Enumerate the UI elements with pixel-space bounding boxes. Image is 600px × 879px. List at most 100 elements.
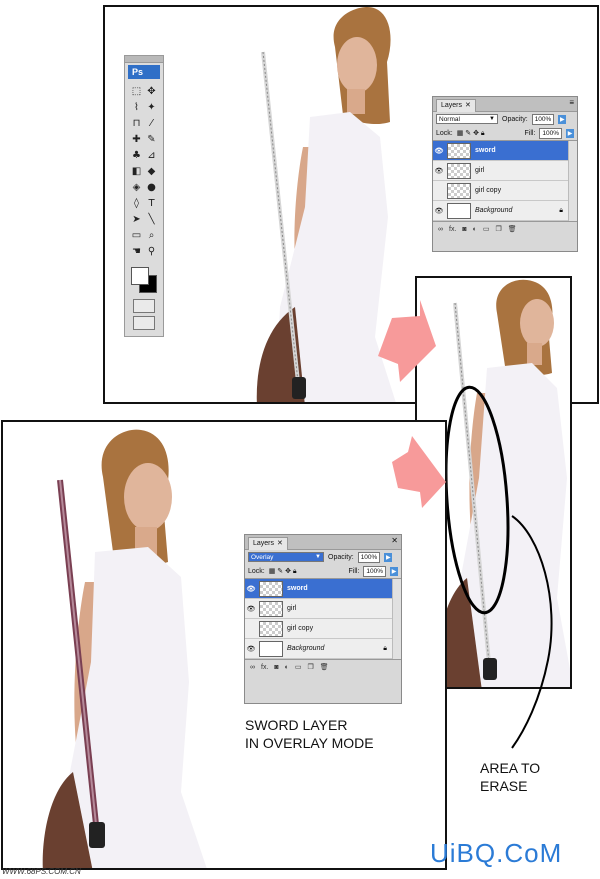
layer-mask-icon[interactable]: ◙: [462, 226, 466, 233]
group-icon[interactable]: ▭: [295, 663, 302, 671]
panel-menu-icon[interactable]: ≡: [569, 98, 574, 107]
close-panel-icon[interactable]: ✕: [391, 536, 398, 545]
opacity-arrow-icon[interactable]: ▶: [558, 114, 567, 124]
layer-row-girl[interactable]: 👁︎ girl: [433, 161, 577, 181]
fill-field[interactable]: 100%: [539, 127, 562, 139]
eye-icon[interactable]: 👁︎: [433, 207, 445, 215]
photoshop-logo: Ps: [128, 65, 160, 79]
hand-tool-icon[interactable]: ☚: [129, 244, 144, 258]
clone-stamp-icon[interactable]: ♣: [129, 148, 144, 162]
lock-icons[interactable]: ▦ ✎ ✥ 🔒︎: [457, 129, 485, 138]
eraser-tool-icon[interactable]: ◧: [129, 164, 144, 178]
close-tab-icon[interactable]: ✕: [277, 540, 283, 547]
layer-name: sword: [287, 585, 308, 592]
move-tool-icon[interactable]: ✥: [144, 84, 159, 98]
magic-wand-icon[interactable]: ✦: [144, 100, 159, 114]
new-layer-icon[interactable]: ❐: [495, 225, 501, 233]
layer-thumbnail: [447, 182, 471, 199]
layer-name: girl copy: [287, 625, 314, 632]
screen-mode-button[interactable]: [133, 316, 155, 330]
notes-tool-icon[interactable]: ▭: [129, 228, 144, 242]
foreground-color-swatch[interactable]: [131, 267, 149, 285]
lock-label: Lock:: [436, 129, 453, 137]
brush-tool-icon[interactable]: ✎: [144, 132, 159, 146]
uibq-watermark: UiBQ.CoM: [430, 838, 563, 868]
layer-list-scrollbar[interactable]: [392, 579, 401, 659]
tab-layers[interactable]: Layers ✕: [436, 99, 476, 112]
erase-caption-line2: ERASE: [480, 778, 528, 794]
opacity-label: Opacity:: [328, 553, 354, 561]
erase-caption-line1: AREA TO: [480, 760, 541, 776]
toolbox-header[interactable]: [125, 56, 163, 63]
eyedropper-icon[interactable]: ⌕: [144, 228, 159, 242]
overlay-caption-line1: SWORD LAYER: [245, 717, 348, 733]
layer-row-girl-copy[interactable]: girl copy: [433, 181, 577, 201]
blend-mode-select[interactable]: Overlay ▼: [248, 552, 324, 562]
paint-bucket-icon[interactable]: ◆: [144, 164, 159, 178]
healing-brush-icon[interactable]: ✚: [129, 132, 144, 146]
layer-row-background[interactable]: 👁︎ Background 🔒︎: [245, 639, 401, 659]
crop-tool-icon[interactable]: ⊓: [129, 116, 144, 130]
layer-thumbnail: [259, 600, 283, 617]
opacity-field[interactable]: 100%: [357, 551, 381, 563]
layers-tab-bar: Layers ✕ ✕: [245, 535, 401, 550]
layers-tab-bar: Layers ✕ ≡: [433, 97, 577, 112]
history-brush-icon[interactable]: ⊿: [144, 148, 159, 162]
pen-tool-icon[interactable]: ◊: [129, 196, 144, 210]
eye-icon[interactable]: 👁︎: [245, 645, 257, 653]
layers-panel-overlay: Layers ✕ ✕ Overlay ▼ Opacity: 100% ▶ Lock:…: [244, 534, 402, 704]
dodge-tool-icon[interactable]: ●: [144, 180, 159, 194]
lasso-tool-icon[interactable]: ⌇: [129, 100, 144, 114]
blur-tool-icon[interactable]: ◈: [129, 180, 144, 194]
layer-list-scrollbar[interactable]: [568, 141, 577, 221]
overlay-caption: SWORD LAYER IN OVERLAY MODE: [245, 716, 374, 752]
blend-mode-value: Overlay: [251, 553, 274, 561]
path-selection-icon[interactable]: ➤: [129, 212, 144, 226]
layer-row-background[interactable]: 👁︎ Background 🔒︎: [433, 201, 577, 221]
lock-icons[interactable]: ▦ ✎ ✥ 🔒︎: [269, 567, 297, 576]
fill-field[interactable]: 100%: [363, 565, 386, 577]
layer-thumbnail: [259, 640, 283, 657]
layer-thumbnail: [447, 202, 471, 219]
new-layer-icon[interactable]: ❐: [307, 663, 313, 671]
type-tool-icon[interactable]: T: [144, 196, 159, 210]
adjustment-layer-icon[interactable]: ◐: [473, 226, 477, 233]
layer-row-girl[interactable]: 👁︎ girl: [245, 599, 401, 619]
eye-icon[interactable]: 👁︎: [433, 147, 445, 155]
eye-icon[interactable]: 👁︎: [433, 167, 445, 175]
line-tool-icon[interactable]: ╲: [144, 212, 159, 226]
fill-arrow-icon[interactable]: ▶: [566, 128, 574, 138]
layer-list: 👁︎ sword 👁︎ girl girl copy 👁︎ Background…: [245, 578, 401, 660]
layer-mask-icon[interactable]: ◙: [274, 664, 278, 671]
eye-icon[interactable]: 👁︎: [245, 605, 257, 613]
opacity-field[interactable]: 100%: [531, 113, 555, 125]
trash-icon[interactable]: 🗑︎: [320, 663, 329, 671]
opacity-arrow-icon[interactable]: ▶: [384, 552, 393, 562]
group-icon[interactable]: ▭: [483, 225, 490, 233]
slice-tool-icon[interactable]: ⁄: [144, 116, 159, 130]
tab-layers-label: Layers: [253, 540, 275, 547]
trash-icon[interactable]: 🗑︎: [508, 225, 517, 233]
layer-style-icon[interactable]: fx.: [449, 226, 456, 233]
tab-layers[interactable]: Layers ✕: [248, 537, 288, 550]
eye-icon[interactable]: 👁︎: [245, 585, 257, 593]
link-layers-icon[interactable]: ∞: [250, 664, 255, 671]
close-tab-icon[interactable]: ✕: [465, 102, 471, 109]
fill-arrow-icon[interactable]: ▶: [390, 566, 398, 576]
blend-mode-select[interactable]: Normal ▼: [436, 114, 498, 124]
layer-row-sword[interactable]: 👁︎ sword: [433, 141, 577, 161]
chevron-down-icon: ▼: [315, 554, 321, 560]
zoom-tool-icon[interactable]: ⚲: [144, 244, 159, 258]
layer-row-sword[interactable]: 👁︎ sword: [245, 579, 401, 599]
layer-name: girl: [287, 605, 297, 612]
blend-row: Normal ▼ Opacity: 100% ▶: [433, 112, 577, 126]
layer-style-icon[interactable]: fx.: [261, 664, 268, 671]
layer-row-girl-copy[interactable]: girl copy: [245, 619, 401, 639]
quick-mask-button[interactable]: [133, 299, 155, 313]
marquee-tool-icon[interactable]: ⬚: [129, 84, 144, 98]
layer-name: girl copy: [475, 187, 502, 194]
site-watermark: WWW.68PS.COM.CN: [2, 867, 81, 876]
layer-list: 👁︎ sword 👁︎ girl girl copy 👁︎ Background…: [433, 140, 577, 222]
adjustment-layer-icon[interactable]: ◐: [285, 664, 289, 671]
link-layers-icon[interactable]: ∞: [438, 226, 443, 233]
